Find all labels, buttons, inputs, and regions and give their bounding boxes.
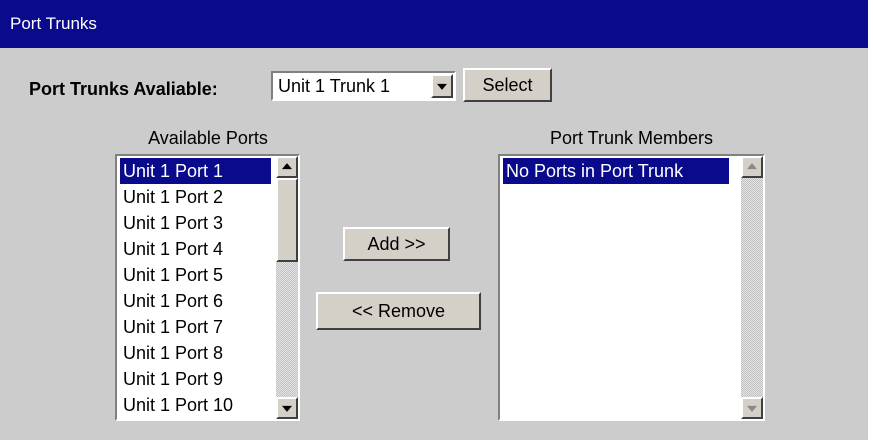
port-trunk-select-value: Unit 1 Trunk 1 bbox=[278, 76, 391, 96]
dropdown-button[interactable] bbox=[431, 74, 453, 98]
scroll-up-arrow-icon bbox=[282, 163, 292, 170]
available-ports-list: Unit 1 Port 1 Unit 1 Port 2 Unit 1 Port 3U… bbox=[120, 158, 271, 418]
available-ports-caption: Available Ports bbox=[148, 128, 268, 148]
available-port-item[interactable]: Unit 1 Port 10 bbox=[120, 392, 271, 418]
port-trunk-members-listbox[interactable]: No Ports in Port Trunk bbox=[498, 154, 765, 421]
port-trunk-members-scrollbar[interactable] bbox=[741, 156, 763, 419]
available-port-item[interactable]: Unit 1 Port 1 bbox=[120, 158, 271, 184]
available-port-item[interactable]: Unit 1 Port 3 bbox=[120, 210, 271, 236]
port-trunk-members-caption: Port Trunk Members bbox=[549, 128, 714, 148]
scroll-down-arrow-icon bbox=[747, 405, 757, 412]
available-port-item[interactable]: Unit 1 Port 6 bbox=[120, 288, 271, 314]
scroll-down-button[interactable] bbox=[276, 397, 298, 419]
port-trunks-window: Port Trunks Port Trunks Avaliable: Unit … bbox=[0, 0, 873, 440]
scroll-up-arrow-icon bbox=[747, 163, 757, 170]
available-port-item[interactable]: Unit 1 Port 9 bbox=[120, 366, 271, 392]
scroll-up-button[interactable] bbox=[276, 156, 298, 178]
port-trunks-available-label: Port Trunks Avaliable: bbox=[29, 79, 218, 99]
port-trunk-select[interactable]: Unit 1 Trunk 1 bbox=[271, 71, 456, 101]
scrollbar-thumb[interactable] bbox=[276, 178, 298, 262]
add-button[interactable]: Add >> bbox=[343, 227, 450, 261]
available-ports-listbox[interactable]: Unit 1 Port 1 Unit 1 Port 2 Unit 1 Port 3U… bbox=[115, 154, 300, 421]
remove-button[interactable]: << Remove bbox=[316, 292, 481, 330]
scroll-up-button-disabled[interactable] bbox=[741, 156, 763, 178]
select-button[interactable]: Select bbox=[463, 68, 552, 102]
available-port-item[interactable]: Unit 1 Port 5 bbox=[120, 262, 271, 288]
scroll-down-button-disabled[interactable] bbox=[741, 397, 763, 419]
available-port-item[interactable]: Unit 1 Port 2 bbox=[120, 184, 271, 210]
available-ports-scrollbar[interactable] bbox=[276, 156, 298, 419]
scroll-down-arrow-icon bbox=[282, 405, 292, 412]
available-port-item[interactable]: Unit 1 Port 4 bbox=[120, 236, 271, 262]
port-trunk-members-list: No Ports in Port Trunk bbox=[503, 158, 729, 184]
trunk-member-item[interactable]: No Ports in Port Trunk bbox=[503, 158, 729, 184]
chevron-down-icon bbox=[437, 83, 447, 90]
available-port-item[interactable]: Unit 1 Port 8 bbox=[120, 340, 271, 366]
window-title: Port Trunks bbox=[0, 0, 868, 48]
available-port-item[interactable]: Unit 1 Port 7 bbox=[120, 314, 271, 340]
